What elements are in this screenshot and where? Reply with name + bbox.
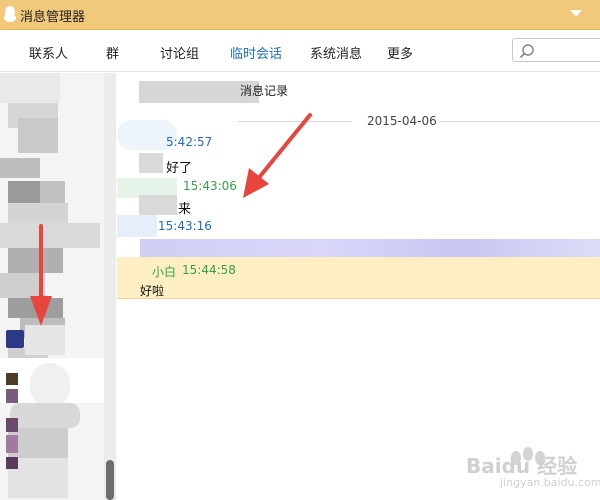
tab-more[interactable]: 更多	[387, 43, 413, 62]
tab-temp-sessions[interactable]: 临时会话	[230, 43, 282, 62]
history-date: 2015-04-06	[367, 114, 437, 128]
sidebar-scroll-thumb[interactable]	[106, 460, 114, 500]
message-content-redacted	[140, 239, 600, 259]
search-icon	[519, 44, 534, 59]
message-text: 好啦	[140, 284, 165, 298]
tab-contacts[interactable]: 联系人	[29, 43, 68, 62]
message-sender: 小白	[152, 265, 177, 279]
menu-dropdown-icon[interactable]	[570, 10, 582, 17]
message-time: 15:43:06	[183, 179, 237, 193]
contact-list[interactable]	[0, 73, 116, 500]
message-time: 15:44:58	[182, 263, 236, 277]
search-input[interactable]	[512, 38, 600, 62]
tab-bar: 联系人 群 讨论组 临时会话 系统消息 更多	[0, 30, 600, 72]
avatar[interactable]	[6, 330, 24, 348]
tab-groups[interactable]: 群	[106, 43, 119, 62]
date-divider-right	[440, 121, 600, 122]
window-title: 消息管理器	[20, 10, 86, 25]
message-text: 好了	[166, 161, 193, 176]
message-time: 15:43:16	[158, 219, 212, 233]
message-text: 来	[178, 202, 192, 217]
watermark-url: jingyan.baidu.com	[500, 476, 600, 489]
date-divider-left	[238, 121, 352, 122]
qq-penguin-icon	[4, 6, 16, 22]
sidebar-scrollbar[interactable]	[104, 73, 116, 500]
title-bar: 消息管理器	[0, 0, 600, 30]
history-title: 消息记录	[240, 84, 289, 98]
message-time: 5:42:57	[166, 135, 213, 149]
tab-system-messages[interactable]: 系统消息	[310, 43, 362, 62]
watermark-text: Baidu 经验	[466, 454, 578, 478]
tab-discussions[interactable]: 讨论组	[160, 43, 199, 62]
